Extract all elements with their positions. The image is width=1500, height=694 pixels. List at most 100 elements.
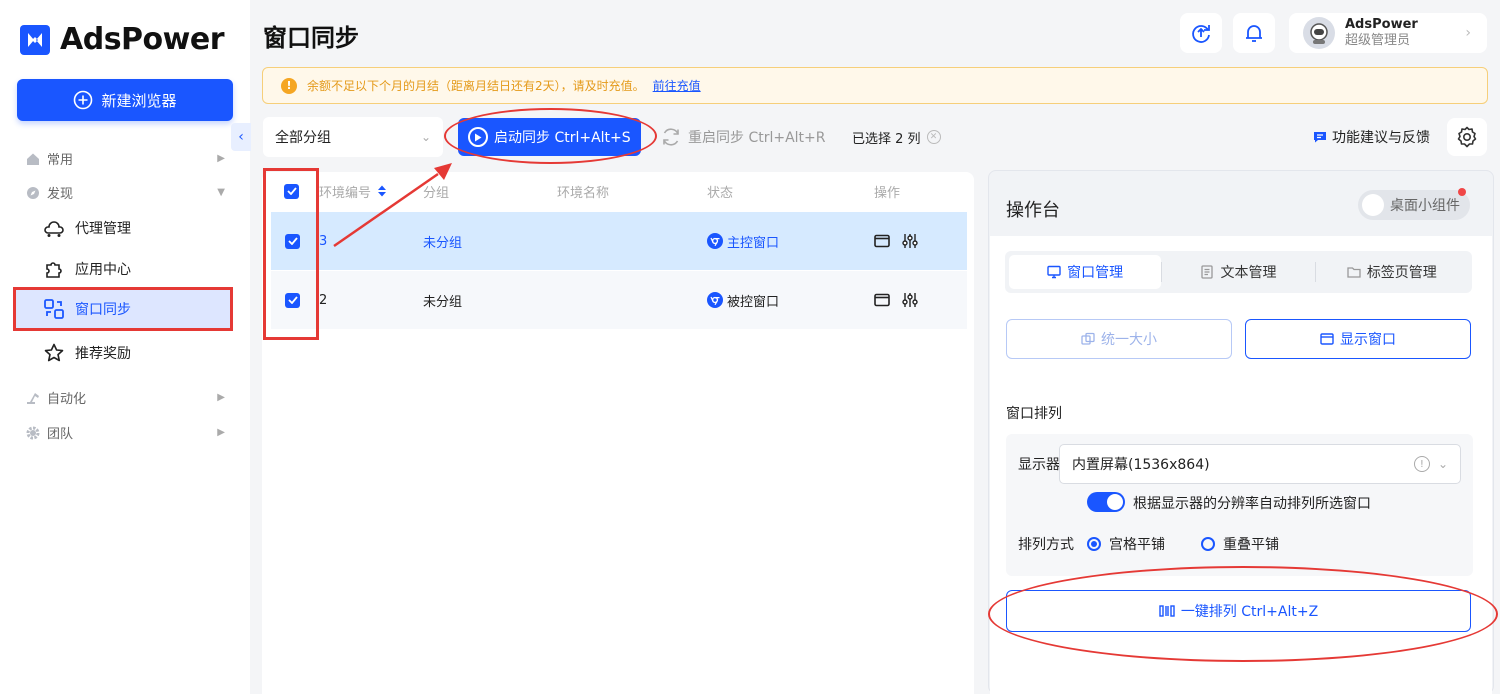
sidebar-item-proxy[interactable]: 代理管理 <box>13 206 233 250</box>
radio-label: 宫格平铺 <box>1109 537 1165 553</box>
chevron-down-icon: ⌄ <box>1437 457 1448 471</box>
arrange-mode-label: 排列方式 <box>1018 537 1074 553</box>
env-status: 主控窗口 <box>707 232 779 251</box>
feedback-icon <box>1314 132 1326 143</box>
user-role: 超级管理员 <box>1345 33 1411 48</box>
nav-group-discover[interactable]: 发现 ▼ <box>25 183 225 202</box>
window-sync-icon <box>43 298 65 320</box>
display-select[interactable]: 内置屏幕(1536x864) ! ⌄ <box>1059 444 1461 484</box>
sidebar-item-referral[interactable]: 推荐奖励 <box>13 331 233 375</box>
switch-knob <box>1107 494 1123 510</box>
column-header-id[interactable]: 环境编号 <box>319 182 387 201</box>
column-header-status: 状态 <box>707 185 734 201</box>
row-actions <box>874 292 918 308</box>
show-window-button[interactable]: 显示窗口 <box>1245 319 1471 359</box>
nav-group-common[interactable]: 常用 ▶ <box>25 149 225 168</box>
chevron-left-icon: ‹ <box>238 129 244 145</box>
page-title: 窗口同步 <box>263 24 359 52</box>
selected-count: 已选择 2 列 ✕ <box>852 118 941 156</box>
arrange-section-title: 窗口排列 <box>1006 406 1062 422</box>
sliders-icon[interactable] <box>902 292 918 308</box>
tab-text-management[interactable]: 文本管理 <box>1162 255 1314 289</box>
display-select-value: 内置屏幕(1536x864) <box>1072 457 1210 473</box>
gear-icon <box>1457 126 1477 148</box>
upload-sync-button[interactable] <box>1180 13 1222 53</box>
chevron-down-icon: ▼ <box>217 187 225 198</box>
tab-window-management[interactable]: 窗口管理 <box>1009 255 1162 289</box>
table-row[interactable]: 2 未分组 被控窗口 <box>271 271 967 329</box>
notice-text: 余额不足以下个月的月结（距离月结日还有2天），请及时充值。 <box>307 79 645 93</box>
table-header: 环境编号 分组 环境名称 状态 操作 <box>262 172 974 210</box>
sidebar-item-label: 推荐奖励 <box>75 346 131 362</box>
settings-button[interactable] <box>1447 118 1487 156</box>
plus-circle-icon <box>74 90 93 110</box>
feedback-link[interactable]: 功能建议与反馈 <box>1313 118 1430 156</box>
auto-arrange-switch[interactable] <box>1087 492 1125 512</box>
console-title: 操作台 <box>1006 200 1060 221</box>
restart-sync-button[interactable]: 重启同步 Ctrl+Alt+R <box>660 118 826 156</box>
collapse-sidebar-button[interactable]: ‹ <box>231 123 251 151</box>
unify-size-button[interactable]: 统一大小 <box>1006 319 1232 359</box>
selected-count-text: 已选择 2 列 <box>852 131 921 147</box>
env-id: 2 <box>319 292 328 308</box>
folder-tab-icon <box>1347 267 1361 278</box>
table-row[interactable]: 3 未分组 主控窗口 <box>271 212 967 270</box>
status-label: 被控窗口 <box>727 294 780 310</box>
show-window-label: 显示窗口 <box>1340 332 1396 348</box>
unify-size-label: 统一大小 <box>1101 332 1157 348</box>
adspower-logo-icon <box>20 24 50 55</box>
sidebar-item-window-sync[interactable]: 窗口同步 <box>13 287 233 331</box>
star-icon <box>43 342 65 364</box>
sidebar: AdsPower 新建浏览器 ‹ 常用 ▶ 发现 ▼ 代理管理 应用中心 窗口同… <box>0 0 251 694</box>
recharge-link[interactable]: 前往充值 <box>653 77 701 94</box>
toggle-knob <box>1362 194 1384 216</box>
notifications-button[interactable] <box>1233 13 1275 53</box>
column-header-group: 分组 <box>423 185 450 201</box>
resize-icon <box>1081 332 1095 345</box>
sidebar-item-label: 代理管理 <box>75 221 131 237</box>
feedback-label: 功能建议与反馈 <box>1332 130 1430 146</box>
app-logo: AdsPower <box>20 22 225 57</box>
sidebar-item-app-center[interactable]: 应用中心 <box>13 247 233 291</box>
radio-grid-tile[interactable]: 宫格平铺 <box>1087 534 1165 554</box>
nav-group-team[interactable]: 团队 ▶ <box>25 423 225 442</box>
window-icon[interactable] <box>874 293 890 307</box>
new-browser-button[interactable]: 新建浏览器 <box>17 79 233 121</box>
desktop-widget-label: 桌面小组件 <box>1390 198 1460 214</box>
tab-label: 标签页管理 <box>1366 265 1437 281</box>
window-icon <box>1320 333 1334 345</box>
chevron-down-icon: ⌄ <box>420 130 431 144</box>
display-label: 显示器 <box>1018 457 1060 473</box>
warning-icon: ! <box>281 77 297 94</box>
clear-selection-icon[interactable]: ✕ <box>926 130 941 144</box>
column-header-name: 环境名称 <box>557 185 610 201</box>
document-icon <box>1201 265 1214 279</box>
sort-icon <box>378 185 387 197</box>
user-menu[interactable]: AdsPower 超级管理员 › <box>1289 13 1487 53</box>
gear-icon <box>25 425 41 441</box>
nav-group-automation[interactable]: 自动化 ▶ <box>25 388 225 407</box>
radio-overlap-tile[interactable]: 重叠平铺 <box>1201 534 1279 554</box>
balance-notice: ! 余额不足以下个月的月结（距离月结日还有2天），请及时充值。 前往充值 <box>262 67 1488 104</box>
sliders-icon[interactable] <box>902 233 918 249</box>
arrange-settings: 显示器 内置屏幕(1536x864) ! ⌄ 根据显示器的分辨率自动排列所选窗口… <box>1006 434 1473 576</box>
puzzle-icon <box>43 258 65 280</box>
avatar <box>1303 17 1335 49</box>
annotation-arrange-circle <box>988 566 1498 662</box>
monitor-icon <box>1047 265 1061 279</box>
group-select[interactable]: 全部分组 ⌄ <box>263 117 443 157</box>
tab-tab-management[interactable]: 标签页管理 <box>1316 255 1468 289</box>
nav-group-label: 团队 <box>47 427 74 442</box>
radio-unselected-icon <box>1201 537 1215 551</box>
proxy-network-icon <box>43 217 65 239</box>
chevron-right-icon: ▶ <box>217 153 225 164</box>
desktop-widget-toggle[interactable]: 桌面小组件 <box>1358 188 1470 220</box>
notification-dot <box>1458 188 1466 196</box>
browser-icon <box>707 233 723 249</box>
window-icon[interactable] <box>874 234 890 248</box>
column-header-actions: 操作 <box>874 185 901 201</box>
env-group: 未分组 <box>423 294 463 310</box>
refresh-icon <box>663 128 679 146</box>
radio-selected-icon <box>1087 537 1101 551</box>
user-name: AdsPower <box>1345 17 1418 32</box>
